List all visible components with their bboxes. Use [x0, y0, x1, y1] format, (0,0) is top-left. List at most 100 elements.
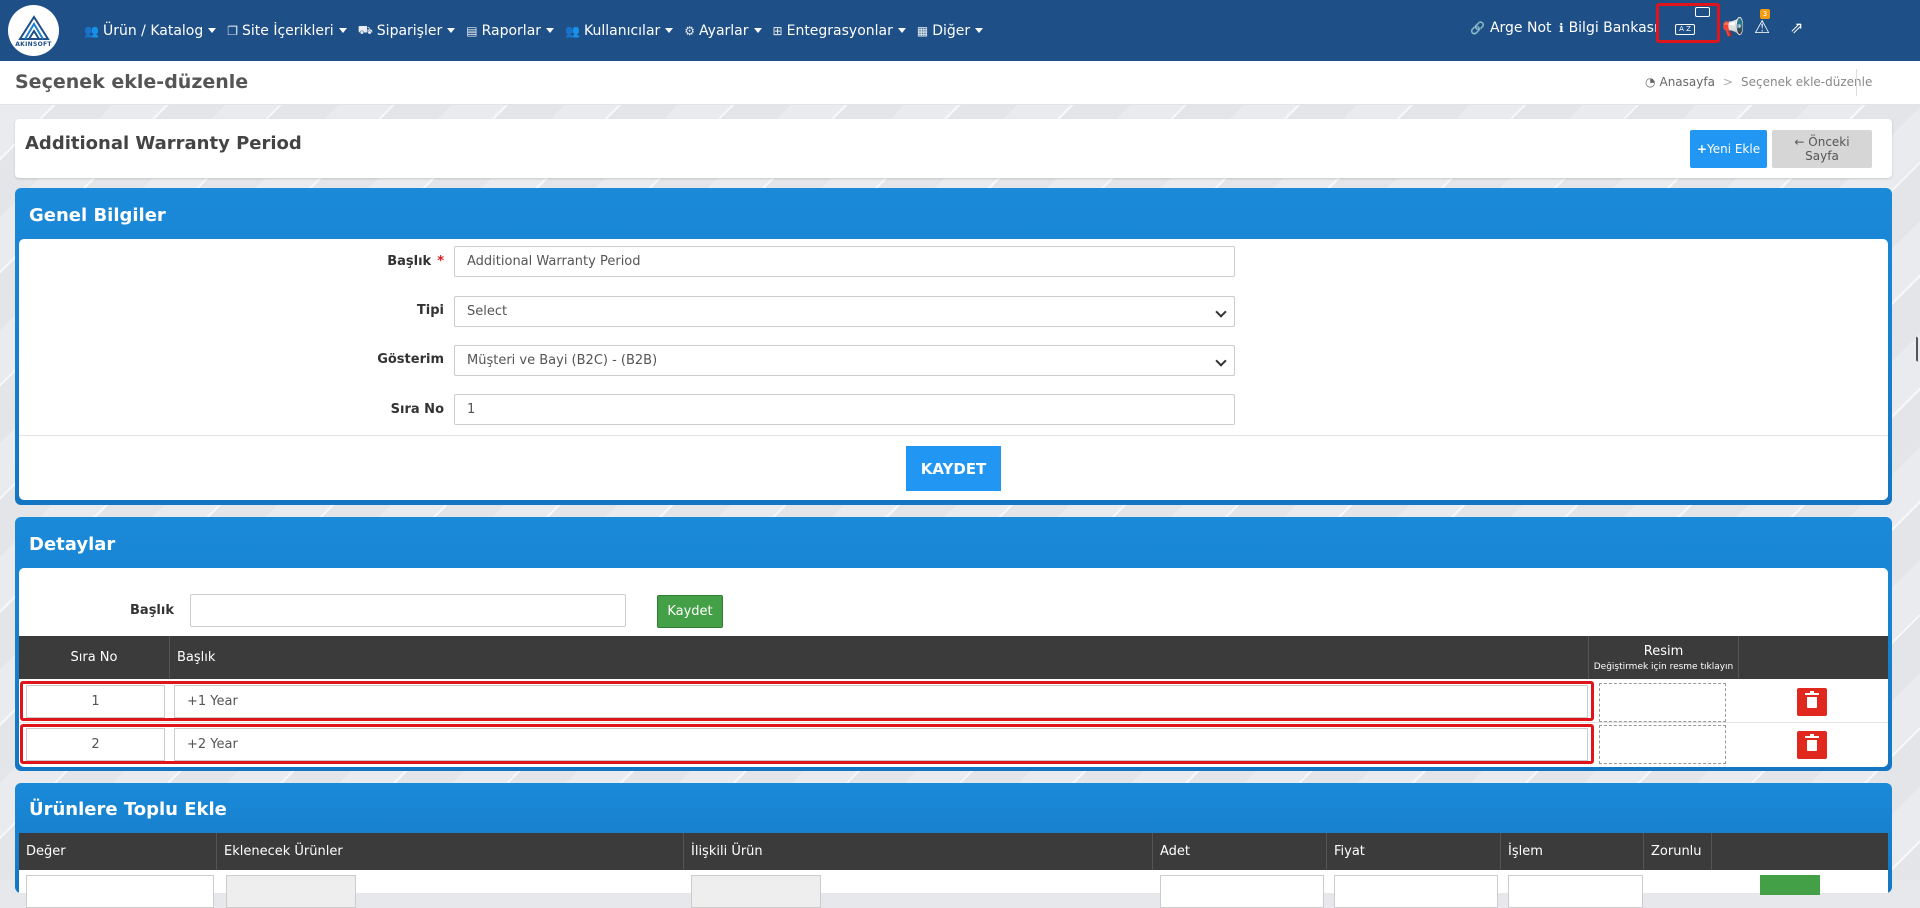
- bilgi-bankasi-link[interactable]: ℹ Bilgi Bankası: [1559, 20, 1658, 36]
- akinsoft-logo[interactable]: AKINSOFT: [8, 5, 59, 56]
- row-sira-input[interactable]: 2: [26, 728, 165, 761]
- caret-down-icon: [338, 28, 347, 33]
- menu-kullanicilar[interactable]: 👥 Kullanıcılar: [565, 22, 674, 39]
- general-info-body: Başlık * Additional Warranty Period Tipi …: [19, 239, 1888, 500]
- breadcrumb: ◔ Anasayfa > Seçenek ekle-düzenle: [1645, 75, 1872, 89]
- menu-site-icerikleri[interactable]: ❐ Site İçerikleri: [227, 22, 347, 39]
- required-marker: *: [437, 254, 444, 269]
- menu-urun-katalog[interactable]: 👥 Ürün / Katalog: [84, 22, 217, 39]
- gosterim-select[interactable]: Müşteri ve Bayi (B2C) - (B2B): [454, 345, 1235, 376]
- menu-label: Kullanıcılar: [583, 22, 661, 39]
- bulk-add-title: Ürünlere Toplu Ekle: [29, 799, 227, 820]
- row-sira-input[interactable]: 1: [26, 685, 165, 718]
- top-navbar: AKINSOFT 👥 Ürün / Katalog ❐ Site İçerikl…: [0, 0, 1920, 61]
- detail-baslik-input[interactable]: [190, 594, 626, 627]
- dashboard-icon: ◔: [1645, 75, 1656, 89]
- previous-page-button[interactable]: ← Önceki Sayfa: [1772, 130, 1872, 168]
- sira-no-label: Sıra No: [390, 402, 444, 417]
- main-menu: 👥 Ürün / Katalog ❐ Site İçerikleri ⛟ Sip…: [84, 0, 994, 61]
- menu-siparisler[interactable]: ⛟ Siparişler: [358, 23, 456, 39]
- col-islem: İşlem: [1501, 833, 1644, 870]
- menu-entegrasyonlar[interactable]: ⊞ Entegrasyonlar: [773, 23, 906, 39]
- chevron-down-icon: [1215, 306, 1227, 318]
- col-resim: Resim Değiştirmek için resme tıklayın: [1589, 636, 1739, 679]
- breadcrumb-separator: >: [1722, 75, 1733, 89]
- page-header: Seçenek ekle-düzenle ◔ Anasayfa > Seçene…: [0, 61, 1920, 105]
- truck-icon: ⛟: [357, 22, 373, 37]
- details-table-header: Sıra No Başlık Resim Değiştirmek için re…: [19, 636, 1888, 679]
- menu-diger[interactable]: ▦ Diğer: [916, 23, 984, 39]
- menu-label: Raporlar: [481, 22, 542, 39]
- gosterim-label: Gösterim: [377, 352, 444, 367]
- baslik-input[interactable]: Additional Warranty Period: [454, 246, 1235, 277]
- header-divider: [1856, 69, 1857, 96]
- menu-raporlar[interactable]: ▤ Raporlar: [466, 22, 555, 39]
- external-link-icon[interactable]: ⇗: [1790, 18, 1803, 38]
- plus-icon: +: [1696, 142, 1707, 156]
- megaphone-icon[interactable]: 📢: [1722, 18, 1744, 38]
- col-iliskili-urun: İlişkili Ürün: [684, 833, 1153, 870]
- caret-down-icon: [753, 28, 762, 33]
- logo-swoosh-icon: [17, 15, 50, 40]
- bulk-add-button[interactable]: [1760, 875, 1820, 895]
- col-sira-no: Sıra No: [19, 636, 170, 679]
- col-deger: Değer: [19, 833, 217, 870]
- warning-icon[interactable]: ⚠: [1754, 18, 1770, 38]
- trash-icon: [1805, 691, 1819, 708]
- col-zorunlu: Zorunlu: [1644, 833, 1712, 870]
- logo-text: AKINSOFT: [15, 41, 52, 48]
- alert-count-badge: 3: [1760, 9, 1770, 19]
- breadcrumb-home[interactable]: Anasayfa: [1659, 75, 1714, 89]
- col-resim-label: Resim: [1643, 643, 1684, 659]
- col-baslik: Başlık: [170, 636, 1589, 679]
- row-image-slot[interactable]: [1599, 725, 1726, 764]
- delete-row-button[interactable]: [1797, 688, 1827, 716]
- grid-icon: ▦: [916, 23, 929, 38]
- col-fiyat: Fiyat: [1327, 833, 1501, 870]
- row-baslik-input[interactable]: +1 Year: [174, 685, 1588, 718]
- menu-label: Entegrasyonlar: [786, 22, 893, 39]
- arge-not-link[interactable]: 🔗 Arge Not: [1470, 20, 1552, 36]
- resize-handle-icon: [1916, 336, 1920, 364]
- caret-down-icon: [975, 28, 984, 33]
- arge-not-label: Arge Not: [1489, 20, 1552, 36]
- delete-row-button[interactable]: [1797, 731, 1827, 759]
- tipi-select[interactable]: Select: [454, 296, 1235, 327]
- col-adet: Adet: [1153, 833, 1327, 870]
- menu-label: Ayarlar: [699, 22, 749, 39]
- general-info-panel: Genel Bilgiler Başlık * Additional Warran…: [15, 188, 1892, 505]
- sira-no-input[interactable]: 1: [454, 394, 1235, 425]
- info-icon: ℹ: [1559, 21, 1564, 35]
- tipi-label: Tipi: [416, 303, 444, 318]
- sitemap-icon: ⊞: [772, 23, 783, 38]
- arrow-left-icon: ←: [1794, 135, 1809, 149]
- option-title: Additional Warranty Period: [25, 133, 302, 154]
- new-button-label: Yeni Ekle: [1706, 142, 1761, 156]
- col-actions: [1739, 636, 1888, 679]
- details-panel: Detaylar Başlık Kaydet Sıra No Başlık Re…: [15, 517, 1892, 771]
- keyboard-icon: A Z: [1675, 24, 1695, 35]
- paperclip-icon: 🔗: [1470, 21, 1485, 35]
- new-button[interactable]: +Yeni Ekle: [1690, 130, 1767, 168]
- general-info-title: Genel Bilgiler: [29, 205, 166, 226]
- keyboard-button-highlight[interactable]: [1656, 3, 1720, 43]
- gears-icon: ⚙: [684, 23, 696, 38]
- kaydet-button[interactable]: KAYDET: [906, 446, 1001, 491]
- bulk-table-header: Değer Eklenecek Ürünler İlişkili Ürün Ad…: [19, 833, 1888, 870]
- details-title: Detaylar: [29, 534, 116, 555]
- menu-label: Site İçerikleri: [242, 22, 334, 39]
- row-image-slot[interactable]: [1599, 683, 1726, 722]
- copy-icon: ❐: [227, 23, 239, 38]
- caret-down-icon: [208, 28, 217, 33]
- detail-kaydet-button[interactable]: Kaydet: [657, 595, 723, 628]
- menu-label: Siparişler: [376, 22, 443, 39]
- page-title: Seçenek ekle-düzenle: [15, 71, 249, 93]
- menu-ayarlar[interactable]: ⚙ Ayarlar: [684, 22, 762, 39]
- caret-down-icon: [546, 28, 555, 33]
- row-baslik-input[interactable]: +2 Year: [174, 728, 1588, 761]
- tipi-select-value: Select: [467, 304, 508, 319]
- trash-icon: [1805, 734, 1819, 751]
- chevron-down-icon: [1215, 355, 1227, 367]
- menu-label: Ürün / Katalog: [102, 22, 204, 39]
- caret-down-icon: [447, 28, 456, 33]
